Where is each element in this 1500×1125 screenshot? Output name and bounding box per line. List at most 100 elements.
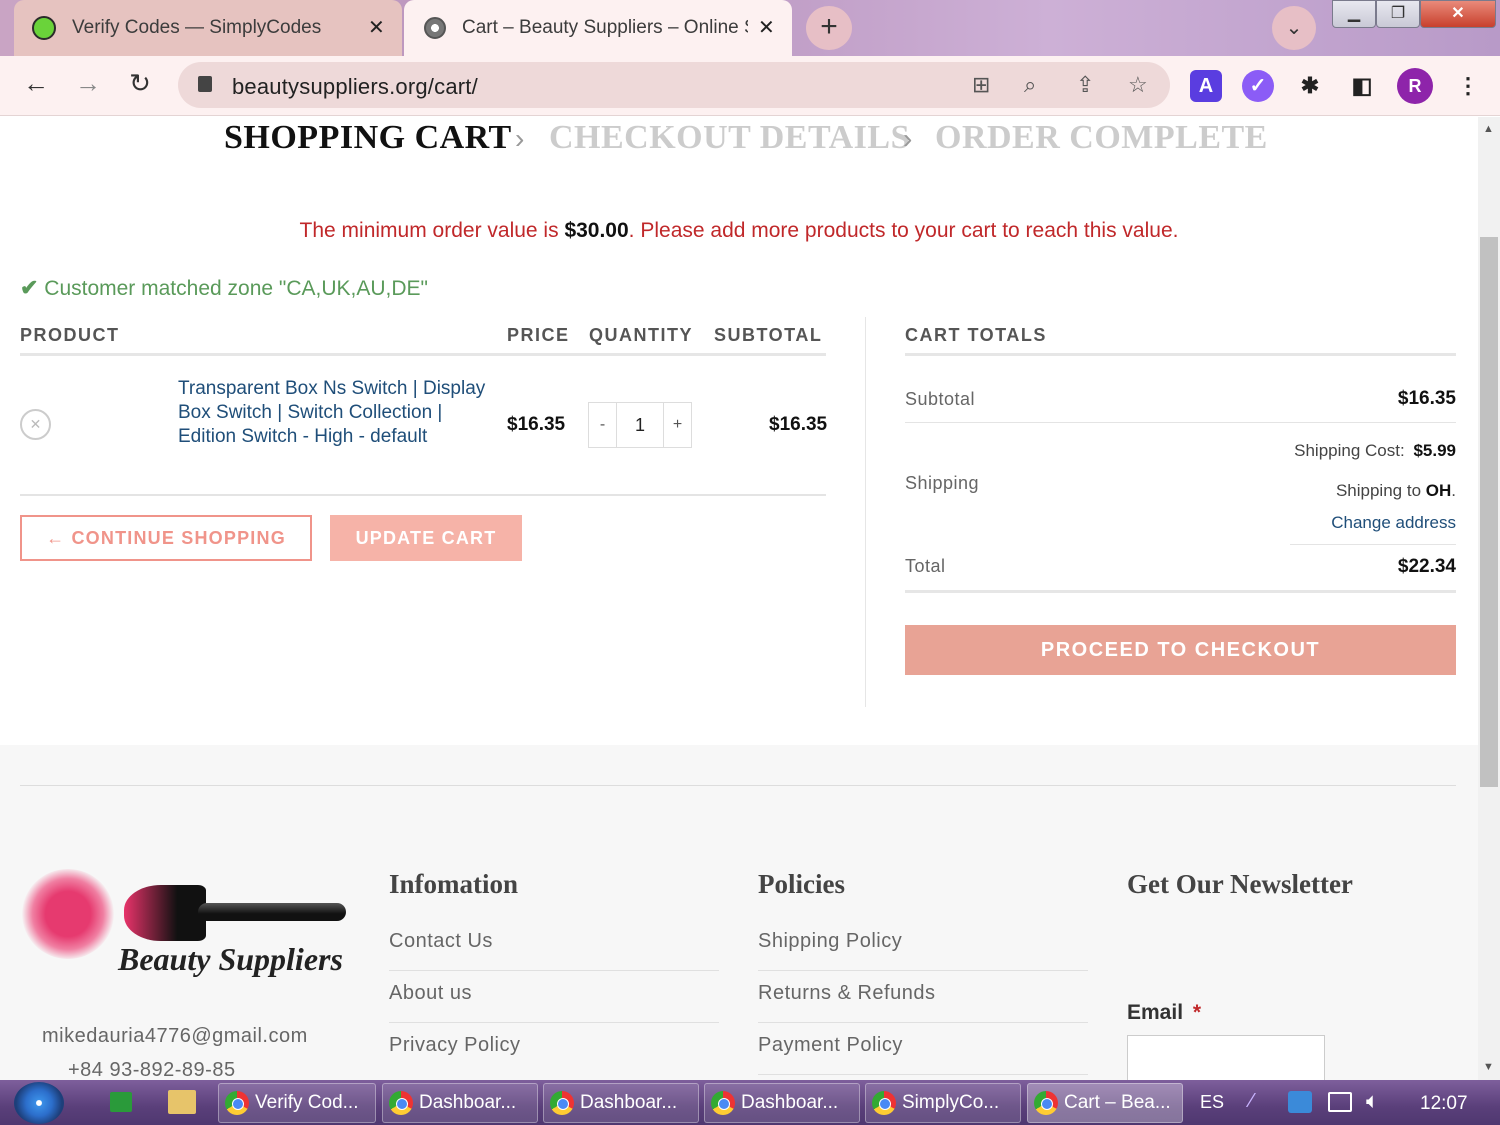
- volume-icon[interactable]: 🔈︎: [1366, 1088, 1379, 1114]
- continue-shopping-button[interactable]: ← CONTINUE SHOPPING: [20, 515, 312, 561]
- total-label: Total: [905, 556, 946, 576]
- item-subtotal: $16.35: [769, 414, 828, 435]
- quantity-input[interactable]: 1: [617, 403, 663, 447]
- page-content: SHOPPING CART › CHECKOUT DETAILS › ORDER…: [0, 117, 1478, 1080]
- taskbar-label: Dashboar...: [419, 1092, 517, 1113]
- product-column-header: PRODUCT: [20, 325, 120, 345]
- taskbar-label: SimplyCo...: [902, 1092, 1000, 1113]
- network-globe-icon[interactable]: [1288, 1091, 1312, 1113]
- change-address-link[interactable]: Change address: [1331, 513, 1456, 533]
- returns-refunds-link[interactable]: Returns & Refunds: [758, 982, 935, 1005]
- extension-a-icon[interactable]: A: [1190, 70, 1222, 102]
- taskbar-simplycodes[interactable]: SimplyCo...: [865, 1083, 1021, 1123]
- about-us-link[interactable]: About us: [389, 982, 472, 1005]
- tab-cart[interactable]: Cart – Beauty Suppliers – Online S ✕: [404, 0, 792, 56]
- side-panel-icon[interactable]: ◧: [1346, 70, 1378, 102]
- address-bar[interactable]: beautysuppliers.org/cart/ ⊞ ⌕ ⇪ ☆: [178, 62, 1170, 108]
- quantity-column-header: QUANTITY: [589, 325, 693, 345]
- reload-icon[interactable]: ↻: [122, 68, 158, 99]
- footer-phone[interactable]: +84 93-892-89-85: [68, 1059, 236, 1080]
- share-icon[interactable]: ⇪: [1076, 72, 1094, 98]
- payment-policy-link[interactable]: Payment Policy: [758, 1034, 903, 1057]
- close-window-icon[interactable]: ✕: [1420, 0, 1496, 28]
- divider: [1290, 544, 1456, 545]
- new-tab-plus-icon[interactable]: +: [806, 6, 852, 50]
- chrome-icon: [872, 1091, 896, 1115]
- step-checkout-details[interactable]: CHECKOUT DETAILS: [549, 119, 910, 157]
- minimize-icon[interactable]: ▁: [1332, 0, 1376, 28]
- update-cart-button[interactable]: UPDATE CART: [330, 515, 522, 561]
- scroll-down-icon[interactable]: ▼: [1483, 1061, 1494, 1073]
- makeup-brush-icon: [22, 869, 114, 959]
- contact-us-link[interactable]: Contact Us: [389, 930, 493, 953]
- taskbar-verify-codes[interactable]: Verify Cod...: [218, 1083, 376, 1123]
- chevron-down-icon[interactable]: ⌄: [1272, 6, 1316, 50]
- site-footer: Beauty Suppliers mikedauria4776@gmail.co…: [0, 745, 1478, 1080]
- email-label-text: Email: [1127, 1001, 1184, 1024]
- app-launcher-icon[interactable]: [110, 1092, 132, 1112]
- divider: [20, 353, 826, 356]
- pen-icon[interactable]: ⁄: [1250, 1090, 1253, 1113]
- newsletter-email-input[interactable]: [1127, 1035, 1325, 1080]
- chrome-icon: [711, 1091, 735, 1115]
- translate-icon[interactable]: ⊞: [972, 72, 990, 98]
- close-tab-icon[interactable]: ✕: [368, 15, 385, 40]
- chrome-icon: [550, 1091, 574, 1115]
- taskbar-dashboard-3[interactable]: Dashboar...: [704, 1083, 860, 1123]
- cart-totals-heading: CART TOTALS: [905, 325, 1047, 345]
- shipping-cost-value: $5.99: [1413, 441, 1456, 460]
- clock[interactable]: 12:07: [1420, 1093, 1468, 1115]
- zoom-icon[interactable]: ⌕: [1024, 72, 1036, 98]
- product-name-link[interactable]: Transparent Box Ns Switch | Display Box …: [178, 377, 488, 449]
- notice-prefix: The minimum order value is: [299, 219, 565, 242]
- brand-logo[interactable]: Beauty Suppliers: [22, 869, 352, 989]
- extensions-puzzle-icon[interactable]: ✱: [1294, 70, 1326, 102]
- taskbar-label: Dashboar...: [741, 1092, 839, 1113]
- remove-item-icon[interactable]: ✕: [20, 409, 51, 440]
- simplycodes-icon: [32, 16, 56, 40]
- browser-tab-strip: Verify Codes — SimplyCodes ✕ Cart – Beau…: [0, 0, 1500, 56]
- divider: [865, 317, 866, 707]
- taskbar-label: Dashboar...: [580, 1092, 678, 1113]
- total-value: $22.34: [1397, 556, 1456, 577]
- close-tab-icon[interactable]: ✕: [758, 15, 775, 40]
- shipping-destination: Shipping to OH.: [1336, 481, 1456, 501]
- chrome-icon: [389, 1091, 413, 1115]
- divider: [905, 590, 1456, 593]
- divider: [758, 970, 1088, 971]
- tab-verify-codes[interactable]: Verify Codes — SimplyCodes ✕: [14, 0, 402, 56]
- display-icon[interactable]: [1328, 1092, 1352, 1112]
- information-heading: Infomation: [389, 869, 519, 899]
- increase-quantity-button[interactable]: +: [663, 403, 691, 447]
- restore-icon[interactable]: ❐: [1376, 0, 1420, 28]
- taskbar-cart[interactable]: Cart – Bea...: [1027, 1083, 1183, 1123]
- bookmark-star-icon[interactable]: ☆: [1128, 72, 1148, 98]
- forward-arrow-icon[interactable]: →: [70, 68, 106, 99]
- brush-handle: [198, 903, 346, 921]
- lock-icon: [198, 76, 212, 92]
- scrollbar-thumb[interactable]: [1480, 237, 1498, 787]
- shipping-to-value: OH: [1425, 481, 1452, 500]
- start-button-windows-icon[interactable]: [14, 1082, 64, 1124]
- page-scrollbar[interactable]: ▲ ▼: [1478, 117, 1500, 1080]
- shipping-cost-label: Shipping Cost:: [1294, 441, 1405, 460]
- privacy-policy-link[interactable]: Privacy Policy: [389, 1034, 520, 1057]
- back-arrow-icon[interactable]: ←: [18, 68, 54, 99]
- footer-email[interactable]: mikedauria4776@gmail.com: [42, 1025, 308, 1048]
- zone-match-text: Customer matched zone "CA,UK,AU,DE": [44, 277, 428, 300]
- notice-suffix: . Please add more products to your cart …: [628, 219, 1179, 242]
- proceed-to-checkout-button[interactable]: PROCEED TO CHECKOUT: [905, 625, 1456, 675]
- profile-avatar[interactable]: R: [1397, 68, 1433, 104]
- minimum-order-notice: The minimum order value is $30.00. Pleas…: [0, 219, 1478, 243]
- taskbar-dashboard-2[interactable]: Dashboar...: [543, 1083, 699, 1123]
- subtotal-label: Subtotal: [905, 389, 976, 409]
- extension-simplycodes-icon[interactable]: ✓: [1242, 70, 1274, 102]
- scroll-up-icon[interactable]: ▲: [1483, 123, 1494, 135]
- decrease-quantity-button[interactable]: -: [589, 403, 617, 447]
- taskbar-dashboard-1[interactable]: Dashboar...: [382, 1083, 538, 1123]
- quantity-stepper[interactable]: - 1 +: [588, 402, 692, 448]
- file-explorer-icon[interactable]: [168, 1090, 196, 1114]
- shipping-policy-link[interactable]: Shipping Policy: [758, 930, 902, 953]
- language-indicator[interactable]: ES: [1200, 1092, 1224, 1113]
- menu-kebab-icon[interactable]: ⋮: [1452, 70, 1484, 102]
